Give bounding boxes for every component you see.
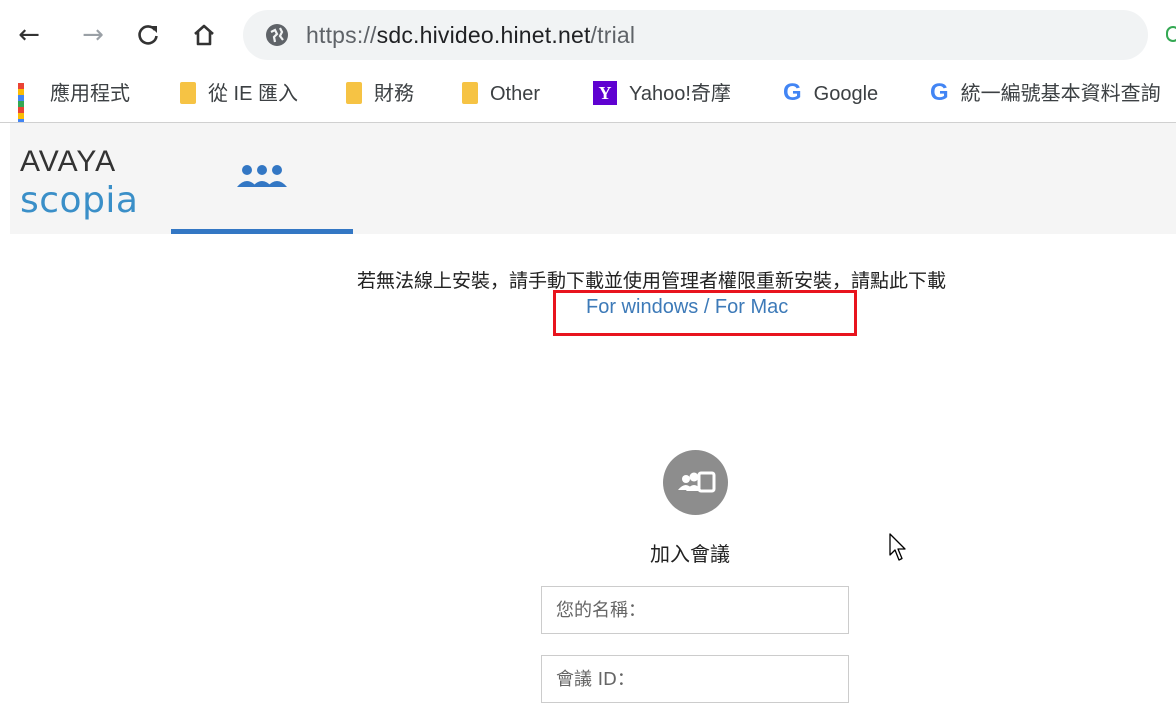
bookmark-tax-id[interactable]: G 統一編號基本資料查詢 xyxy=(930,78,1161,108)
globe-icon xyxy=(266,24,288,46)
people-group-icon xyxy=(237,165,287,187)
folder-icon xyxy=(180,81,196,104)
name-input[interactable] xyxy=(541,586,849,634)
google-icon: G xyxy=(930,78,949,106)
app-header: AVAYA scopia xyxy=(10,123,1176,234)
forward-icon[interactable]: → xyxy=(76,18,110,52)
mouse-pointer-icon xyxy=(889,533,906,561)
extension-icon[interactable] xyxy=(1166,26,1176,42)
tab-active-indicator xyxy=(171,229,353,234)
bookmark-label: 從 IE 匯入 xyxy=(208,83,299,105)
install-notice: 若無法線上安裝，請手動下載並使用管理者權限重新安裝，請點此下載 xyxy=(357,270,947,292)
reload-icon[interactable] xyxy=(131,18,165,52)
bookmark-label: Other xyxy=(490,83,541,105)
google-icon: G xyxy=(783,78,802,106)
bookmark-yahoo[interactable]: Y Yahoo!奇摩 xyxy=(593,80,731,108)
download-links[interactable]: For windows / For Mac xyxy=(586,296,788,319)
back-icon[interactable]: ← xyxy=(12,18,46,52)
avaya-logo: AVAYA xyxy=(20,145,117,178)
bookmark-folder-other[interactable]: Other xyxy=(462,80,540,108)
bookmark-label: 應用程式 xyxy=(50,83,130,105)
bookmark-label: Yahoo!奇摩 xyxy=(629,83,731,105)
join-meeting-title: 加入會議 xyxy=(650,542,730,566)
bookmark-label: 財務 xyxy=(374,83,414,105)
folder-icon xyxy=(462,81,478,104)
url-text[interactable]: https://sdc.hivideo.hinet.net/trial xyxy=(306,22,635,49)
browser-toolbar: ← → https://sdc.hivideo.hinet.net/trial xyxy=(0,0,1176,68)
bookmark-google[interactable]: G Google xyxy=(783,78,879,108)
bookmark-folder-ie[interactable]: 從 IE 匯入 xyxy=(180,80,298,108)
folder-icon xyxy=(346,81,362,104)
bookmark-folder-finance[interactable]: 財務 xyxy=(346,80,414,108)
bookmarks-bar: 應用程式 從 IE 匯入 財務 Other Y Yahoo!奇摩 G Google … xyxy=(0,68,1176,123)
scopia-logo: scopia xyxy=(20,180,139,221)
address-bar[interactable]: https://sdc.hivideo.hinet.net/trial xyxy=(243,10,1148,60)
home-icon[interactable] xyxy=(187,18,221,52)
tab-meetings[interactable] xyxy=(171,123,353,234)
apps-grid-icon xyxy=(18,82,38,122)
bookmark-label: Google xyxy=(813,83,879,105)
meeting-id-input[interactable] xyxy=(541,655,849,703)
yahoo-icon: Y xyxy=(593,80,617,105)
bookmark-apps[interactable]: 應用程式 xyxy=(18,80,130,122)
bookmark-label: 統一編號基本資料查詢 xyxy=(960,83,1161,105)
join-meeting-icon xyxy=(663,450,728,515)
